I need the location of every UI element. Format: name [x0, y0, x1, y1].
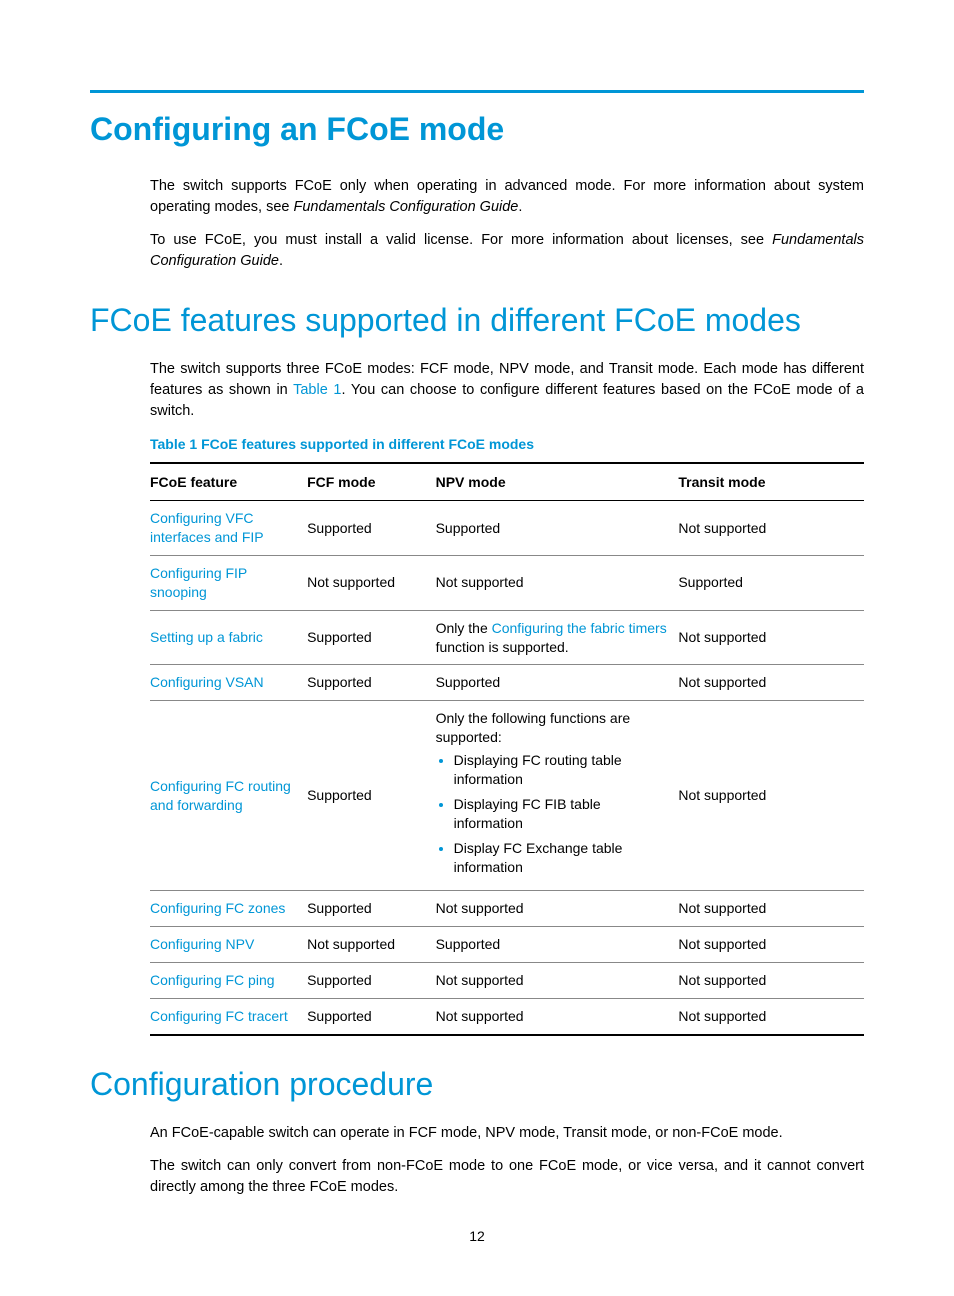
cell-npv: Not supported	[436, 555, 679, 610]
cell-fcf: Supported	[307, 891, 436, 927]
cell-npv: Not supported	[436, 999, 679, 1035]
cell-fcf: Not supported	[307, 927, 436, 963]
th-feature: FCoE feature	[150, 463, 307, 501]
table-header-row: FCoE feature FCF mode NPV mode Transit m…	[150, 463, 864, 501]
npv-list: Displaying FC routing table information …	[436, 751, 671, 876]
table-1-link[interactable]: Table 1	[293, 382, 341, 398]
intro-p1-ref: Fundamentals Configuration Guide	[293, 199, 518, 215]
list-item: Displaying FC routing table information	[454, 751, 671, 789]
npv-post: function is supported.	[436, 639, 569, 655]
cell-npv: Supported	[436, 501, 679, 556]
cell-transit: Supported	[678, 555, 864, 610]
feature-link[interactable]: Configuring VSAN	[150, 674, 264, 690]
cell-npv: Supported	[436, 927, 679, 963]
cell-transit: Not supported	[678, 891, 864, 927]
intro-p2a: To use FCoE, you must install a valid li…	[150, 232, 772, 248]
cell-npv: Not supported	[436, 891, 679, 927]
section-procedure-body: An FCoE-capable switch can operate in FC…	[150, 1123, 864, 1198]
th-transit: Transit mode	[678, 463, 864, 501]
cell-transit: Not supported	[678, 927, 864, 963]
document-page: Configuring an FCoE mode The switch supp…	[0, 0, 954, 1284]
intro-text: The switch supports FCoE only when opera…	[150, 176, 864, 272]
section-features-title: FCoE features supported in different FCo…	[90, 302, 864, 339]
top-rule	[90, 90, 864, 93]
section-procedure-title: Configuration procedure	[90, 1066, 864, 1103]
cell-transit: Not supported	[678, 501, 864, 556]
table-row: Configuring FC ping Supported Not suppor…	[150, 963, 864, 999]
feature-link[interactable]: Configuring FC ping	[150, 972, 275, 988]
cell-transit: Not supported	[678, 963, 864, 999]
cell-fcf: Supported	[307, 963, 436, 999]
table-row: Configuring VFC interfaces and FIP Suppo…	[150, 501, 864, 556]
intro-p1c: .	[518, 199, 522, 215]
cell-fcf: Supported	[307, 501, 436, 556]
page-title: Configuring an FCoE mode	[90, 111, 864, 148]
list-item: Displaying FC FIB table information	[454, 795, 671, 833]
table-row: Configuring VSAN Supported Supported Not…	[150, 665, 864, 701]
procedure-p2: The switch can only convert from non-FCo…	[150, 1156, 864, 1198]
table-row: Configuring FC zones Supported Not suppo…	[150, 891, 864, 927]
cell-transit: Not supported	[678, 701, 864, 891]
intro-p2c: .	[279, 253, 283, 269]
feature-link[interactable]: Configuring FC routing and forwarding	[150, 778, 291, 813]
list-item: Display FC Exchange table information	[454, 839, 671, 877]
cell-npv: Only the Configuring the fabric timers f…	[436, 610, 679, 665]
table-row: Setting up a fabric Supported Only the C…	[150, 610, 864, 665]
cell-fcf: Supported	[307, 701, 436, 891]
table-caption: Table 1 FCoE features supported in diffe…	[150, 436, 864, 452]
cell-transit: Not supported	[678, 665, 864, 701]
cell-fcf: Supported	[307, 610, 436, 665]
npv-pre: Only the	[436, 620, 492, 636]
fabric-timers-link[interactable]: Configuring the fabric timers	[492, 620, 667, 636]
feature-link[interactable]: Configuring NPV	[150, 936, 254, 952]
table-row: Configuring FC routing and forwarding Su…	[150, 701, 864, 891]
cell-npv: Only the following functions are support…	[436, 701, 679, 891]
npv-intro: Only the following functions are support…	[436, 710, 631, 745]
feature-link[interactable]: Configuring FC zones	[150, 900, 285, 916]
table-row: Configuring FC tracert Supported Not sup…	[150, 999, 864, 1035]
cell-fcf: Supported	[307, 999, 436, 1035]
cell-npv: Supported	[436, 665, 679, 701]
feature-link[interactable]: Configuring FIP snooping	[150, 565, 247, 600]
table-row: Configuring FIP snooping Not supported N…	[150, 555, 864, 610]
cell-fcf: Supported	[307, 665, 436, 701]
cell-npv: Not supported	[436, 963, 679, 999]
th-fcf: FCF mode	[307, 463, 436, 501]
feature-link[interactable]: Configuring VFC interfaces and FIP	[150, 510, 264, 545]
features-table: FCoE feature FCF mode NPV mode Transit m…	[150, 462, 864, 1036]
cell-fcf: Not supported	[307, 555, 436, 610]
cell-transit: Not supported	[678, 610, 864, 665]
feature-link[interactable]: Configuring FC tracert	[150, 1008, 288, 1024]
procedure-p1: An FCoE-capable switch can operate in FC…	[150, 1123, 864, 1144]
page-number: 12	[90, 1228, 864, 1244]
th-npv: NPV mode	[436, 463, 679, 501]
section-features-body: The switch supports three FCoE modes: FC…	[150, 359, 864, 422]
feature-link[interactable]: Setting up a fabric	[150, 629, 263, 645]
cell-transit: Not supported	[678, 999, 864, 1035]
table-row: Configuring NPV Not supported Supported …	[150, 927, 864, 963]
